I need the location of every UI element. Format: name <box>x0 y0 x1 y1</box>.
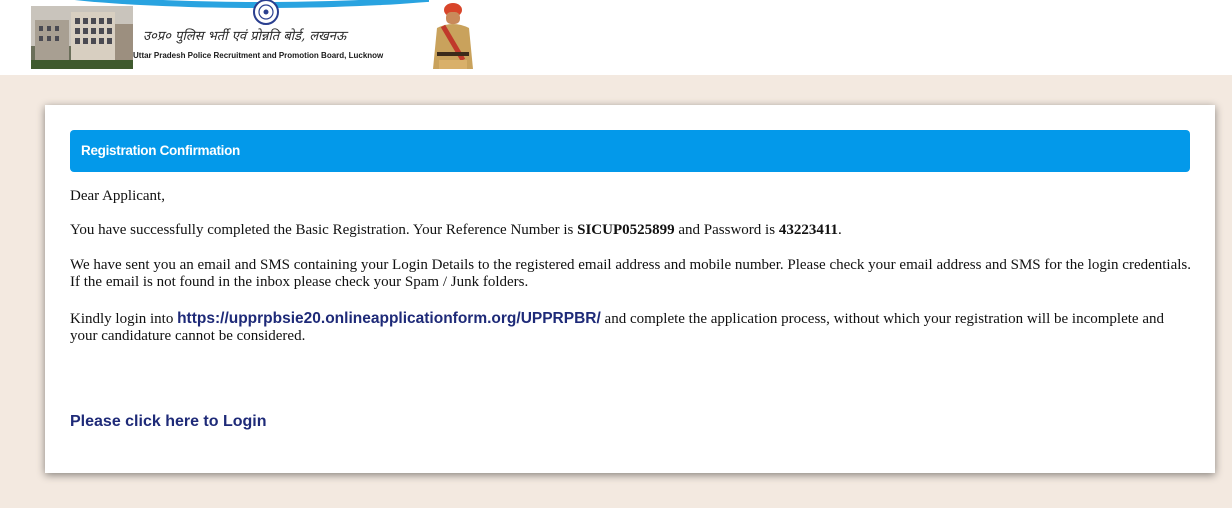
login-instruction-text: Kindly login into https://upprpbsie20.on… <box>70 310 1195 345</box>
click-here-to-login-link[interactable]: Please click here to Login <box>70 413 267 431</box>
password-value: 43223411 <box>778 222 838 238</box>
board-title-hindi: उ०प्र० पुलिस भर्ती एवं प्रोन्नति बोर्ड, … <box>143 29 347 44</box>
registration-confirmation-card: Registration Confirmation Dear Applicant… <box>45 105 1215 473</box>
headquarters-building-image <box>31 6 133 69</box>
card-heading-title: Registration Confirmation <box>81 143 241 158</box>
confirmation-prefix: You have successfully completed the Basi… <box>70 222 578 238</box>
board-title-english: Uttar Pradesh Police Recruitment and Pro… <box>133 51 384 60</box>
header-banner: उ०प्र० पुलिस भर्ती एवं प्रोन्नति बोर्ड, … <box>31 0 477 69</box>
upprpb-emblem-icon <box>253 0 279 25</box>
application-url-link[interactable]: https://upprpbsie20.onlineapplicationfor… <box>177 310 601 327</box>
reference-number: SICUP0525899 <box>577 222 675 238</box>
password-prefix: and Password is <box>674 222 779 238</box>
site-header: उ०प्र० पुलिस भर्ती एवं प्रोन्नति बोर्ड, … <box>0 0 1232 75</box>
registration-confirmation-text: You have successfully completed the Basi… <box>70 222 1195 239</box>
greeting-text: Dear Applicant, <box>70 188 165 204</box>
email-sms-notice: We have sent you an email and SMS contai… <box>70 257 1192 290</box>
login-prefix: Kindly login into <box>70 311 178 327</box>
police-officer-image <box>429 0 477 69</box>
confirmation-suffix: . <box>838 222 842 238</box>
card-heading-bar: Registration Confirmation <box>70 130 1190 172</box>
